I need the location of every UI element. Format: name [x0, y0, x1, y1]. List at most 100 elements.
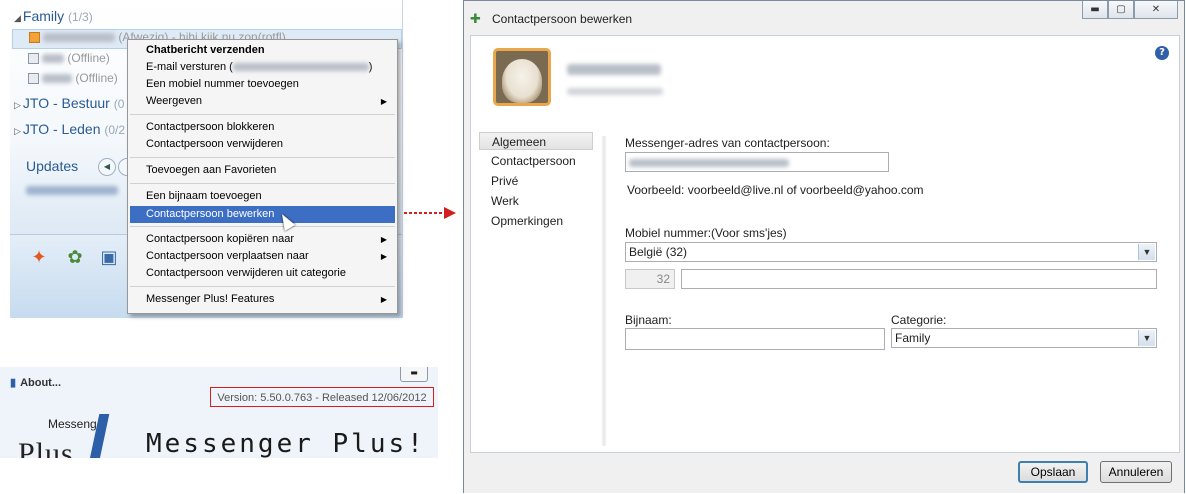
menu-item-add-nickname[interactable]: Een bijnaam toevoegen	[130, 188, 395, 205]
menu-separator	[130, 114, 395, 115]
messenger-address-field[interactable]	[625, 152, 889, 172]
logo-plus-text: Plus	[18, 437, 74, 458]
about-title-text: About...	[20, 377, 61, 389]
red-arrow-icon	[404, 207, 456, 219]
submenu-arrow-icon: ▶	[380, 295, 387, 304]
category-select[interactable]: Family ▼	[891, 328, 1157, 348]
mobile-number-label: Mobiel nummer:(Voor sms'jes)	[625, 226, 787, 240]
group-jto-leden[interactable]: ▷ JTO - Leden (0/2	[14, 121, 125, 137]
blurred-contact-name	[43, 33, 115, 43]
maximize-button[interactable]: ▢	[1108, 1, 1134, 19]
menu-item-label: Contactpersoon verplaatsen naar	[146, 250, 309, 262]
people-icon[interactable]: ✿	[64, 247, 86, 269]
messenger-address-label: Messenger-adres van contactpersoon:	[625, 136, 830, 150]
menu-item-view[interactable]: Weergeven ▶	[130, 93, 395, 110]
menu-item-send-email[interactable]: E-mail versturen ()	[130, 59, 395, 76]
cancel-button[interactable]: Annuleren	[1100, 461, 1172, 483]
menu-item-send-chat[interactable]: Chatbericht verzenden	[130, 42, 395, 59]
add-contact-icon: ✚	[470, 12, 481, 27]
dialog-titlebar[interactable]: ✚ Contactpersoon bewerken ▬ ▢ ✕	[464, 1, 1184, 35]
blurred-address	[629, 158, 789, 167]
nickname-label: Bijnaam:	[625, 313, 672, 327]
menu-item-label-suffix: )	[368, 61, 373, 73]
menu-item-label: Contactpersoon kopiëren naar	[146, 233, 294, 245]
version-label: Version: 5.50.0.763 - Released 12/06/201…	[210, 387, 434, 407]
away-status-icon	[29, 32, 40, 44]
blurred-email	[232, 63, 369, 72]
edit-contact-dialog: ✚ Contactpersoon bewerken ▬ ▢ ✕ ? Algeme…	[463, 0, 1185, 493]
nav-tab-prive[interactable]: Privé	[491, 174, 518, 188]
updates-heading: Updates	[26, 158, 79, 174]
mobile-number-field[interactable]	[681, 269, 1157, 289]
submenu-arrow-icon: ▶	[380, 252, 387, 261]
menu-separator	[130, 226, 395, 227]
nickname-field[interactable]	[625, 328, 885, 350]
group-count: (1/3)	[68, 10, 93, 24]
blurred-name	[567, 64, 661, 75]
menu-separator	[130, 157, 395, 158]
submenu-arrow-icon: ▶	[380, 235, 387, 244]
group-name: JTO - Leden	[22, 121, 101, 137]
menu-item-delete-contact[interactable]: Contactpersoon verwijderen	[130, 136, 395, 153]
contact-status: (Offline)	[67, 51, 110, 65]
minimize-button[interactable]: ▬	[400, 367, 428, 382]
help-icon[interactable]: ?	[1155, 46, 1169, 60]
contact-sub-info	[567, 84, 663, 98]
menu-separator	[130, 183, 395, 184]
dialog-content: ? Algemeen Contactpersoon Privé Werk Opm…	[470, 35, 1180, 453]
menu-item-block-contact[interactable]: Contactpersoon blokkeren	[130, 119, 395, 136]
blurred-update	[26, 186, 118, 195]
contact-avatar	[493, 48, 551, 106]
dog-photo-icon	[502, 59, 542, 103]
country-select[interactable]: België (32) ▼	[625, 242, 1157, 262]
menu-item-label: E-mail versturen (	[146, 61, 233, 73]
menu-item-add-mobile[interactable]: Een mobiel nummer toevoegen	[130, 76, 395, 93]
contact-card-icon[interactable]: ▣	[98, 247, 120, 269]
save-button[interactable]: Opslaan	[1018, 461, 1088, 483]
group-name: JTO - Bestuur	[22, 95, 110, 111]
contact-context-menu: Chatbericht verzenden E-mail versturen (…	[127, 39, 398, 314]
contact-display-name	[567, 62, 661, 76]
category-value: Family	[895, 331, 931, 345]
about-window: ▮ About... ▬ Version: 5.50.0.763 - Releas…	[0, 367, 438, 458]
nav-tab-contactpersoon[interactable]: Contactpersoon	[491, 154, 576, 168]
close-button[interactable]: ✕	[1134, 1, 1178, 19]
category-label: Categorie:	[891, 313, 947, 327]
menu-item-remove-from-category[interactable]: Contactpersoon verwijderen uit categorie	[130, 265, 395, 282]
nav-tab-opmerkingen[interactable]: Opmerkingen	[491, 214, 563, 228]
example-text: Voorbeeld: voorbeeld@live.nl of voorbeel…	[627, 183, 924, 197]
offline-status-icon	[28, 73, 39, 85]
blurred-contact-name	[42, 74, 72, 84]
country-value: België (32)	[629, 245, 688, 259]
submenu-arrow-icon: ▶	[380, 97, 387, 106]
group-name: Family	[22, 8, 65, 24]
menu-item-edit-contact[interactable]: Contactpersoon bewerken	[130, 206, 395, 223]
menu-item-add-favorites[interactable]: Toevoegen aan Favorieten	[130, 162, 395, 179]
contact-status: (Offline)	[75, 71, 118, 85]
expand-triangle-icon[interactable]: ▷	[14, 126, 21, 136]
update-text	[26, 183, 118, 197]
menu-item-label: Messenger Plus! Features	[146, 293, 275, 305]
nav-divider	[601, 136, 607, 446]
collapse-triangle-icon[interactable]: ◢	[14, 13, 21, 23]
chevron-down-icon: ▼	[1138, 330, 1155, 346]
menu-item-copy-contact[interactable]: Contactpersoon kopiëren naar ▶	[130, 231, 395, 248]
contact-row[interactable]: (Offline)	[28, 51, 110, 65]
minimize-button[interactable]: ▬	[1082, 1, 1108, 19]
country-code-field: 32	[625, 269, 675, 289]
menu-separator	[130, 286, 395, 287]
group-family[interactable]: ◢ Family (1/3)	[14, 8, 93, 24]
previous-update-button[interactable]: ◀	[98, 158, 116, 176]
nav-tab-werk[interactable]: Werk	[491, 194, 519, 208]
plus-logo-icon: ▮	[10, 377, 17, 389]
windows-live-butterfly-icon[interactable]: ✦	[28, 247, 50, 269]
nav-tab-algemeen[interactable]: Algemeen	[479, 132, 593, 150]
expand-triangle-icon[interactable]: ▷	[14, 100, 21, 110]
dialog-footer: Opslaan Annuleren	[464, 453, 1184, 493]
group-count: (0/2	[104, 123, 126, 137]
group-count: (0	[113, 97, 125, 111]
contact-row[interactable]: (Offline)	[28, 71, 118, 85]
group-jto-bestuur[interactable]: ▷ JTO - Bestuur (0	[14, 95, 124, 111]
menu-item-move-contact[interactable]: Contactpersoon verplaatsen naar ▶	[130, 248, 395, 265]
menu-item-plus-features[interactable]: Messenger Plus! Features ▶	[130, 291, 395, 308]
